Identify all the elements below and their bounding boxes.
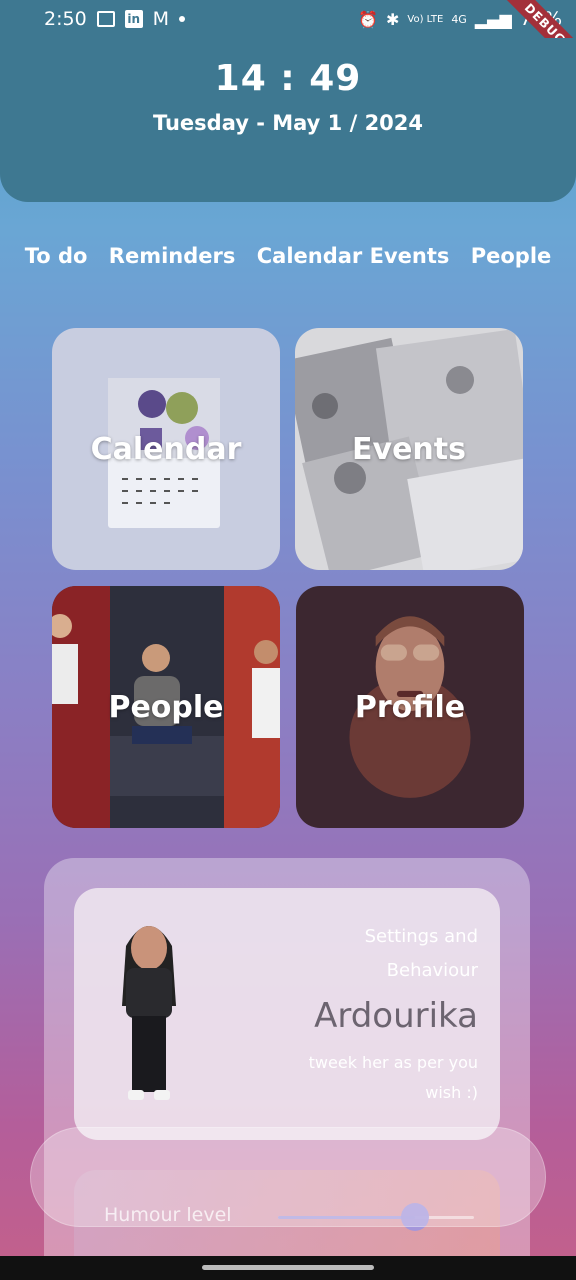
system-nav-bar [0,1256,576,1280]
clock-date: Tuesday - May 1 / 2024 [152,111,424,135]
status-time: 2:50 [44,8,87,30]
people-card[interactable]: People [52,586,280,828]
settings-card[interactable]: Settings and Behaviour Ardourika tweek h… [74,888,500,1140]
profile-card[interactable]: Profile [296,586,524,828]
home-gesture-handle[interactable] [202,1265,374,1270]
tab-todo[interactable]: To do [25,244,88,268]
bluetooth-icon: ✱ [386,9,400,29]
gallery-icon [96,11,115,27]
settings-title: Settings and Behaviour [364,926,478,981]
alarm-icon: ⏰ [358,9,379,29]
events-card-label: Events [352,431,466,467]
4g-icon: 4G [451,12,467,26]
status-bar: 2:50 in M ⏰ ✱ Vo) LTE 4G ▂▄▆ 74% DEBUG [0,0,576,78]
avatar-illustration [122,926,176,1100]
events-card[interactable]: Events [295,328,523,570]
clock-time: 14 : 49 [214,58,362,99]
settings-subtitle: tweek her as per you wish :) [308,1053,478,1102]
dot-icon [179,16,186,22]
assistant-name: Ardourika [314,996,478,1036]
linkedin-icon: in [124,10,143,28]
clock-panel: 14 : 49 Tuesday - May 1 / 2024 [0,38,576,202]
tab-reminders[interactable]: Reminders [109,244,236,268]
tab-people[interactable]: People [471,244,552,268]
signal-icon: ▂▄▆ [474,9,512,29]
tab-calendar-events[interactable]: Calendar Events [257,244,450,268]
tab-bar: To do Reminders Calendar Events People [0,240,576,272]
calendar-card[interactable]: Calendar [52,328,280,570]
gmail-icon: M [152,8,170,30]
status-bar-left: 2:50 in M [44,8,186,30]
people-card-label: People [108,689,224,725]
volte-icon: Vo) LTE [407,13,444,25]
bottom-nav-pill[interactable] [30,1127,546,1227]
calendar-card-label: Calendar [90,431,242,467]
profile-card-label: Profile [354,689,466,725]
